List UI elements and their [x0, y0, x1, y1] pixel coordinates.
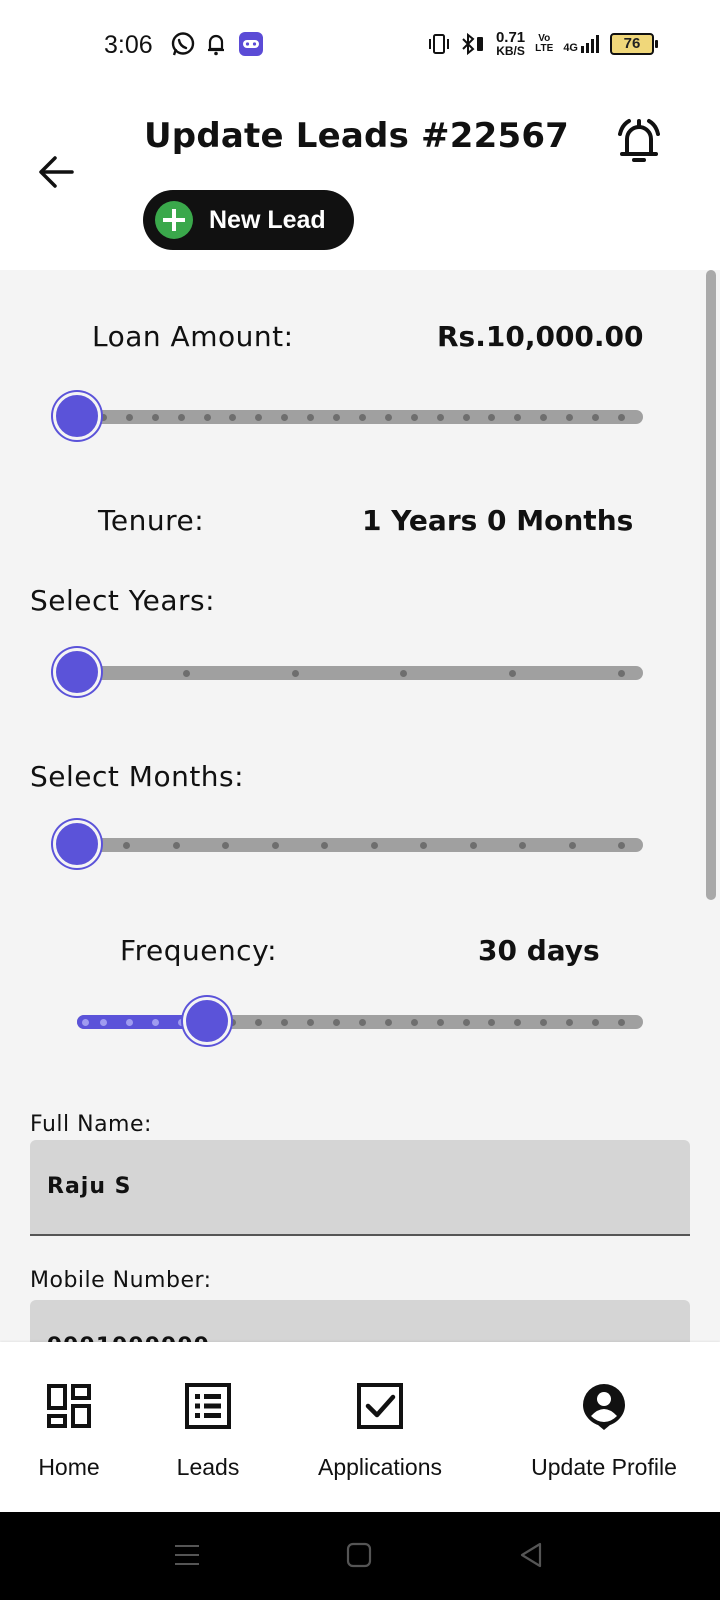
slider-tick — [333, 414, 341, 421]
system-navigation-bar — [0, 1512, 720, 1600]
slider-tick — [618, 842, 625, 849]
slider-thumb[interactable] — [53, 648, 101, 696]
slider-tick — [125, 1019, 133, 1026]
full-name-label: Full Name: — [30, 1112, 152, 1137]
loan-amount-slider[interactable] — [53, 392, 643, 440]
slider-tick — [151, 1019, 159, 1026]
nav-update-profile[interactable]: Update Profile — [522, 1382, 686, 1481]
nav-update-profile-label: Update Profile — [531, 1454, 677, 1480]
slider-thumb[interactable] — [53, 820, 101, 868]
scrollbar[interactable] — [706, 270, 716, 900]
mobile-number-label: Mobile Number: — [30, 1268, 212, 1293]
months-slider[interactable] — [53, 820, 643, 868]
slider-tick — [203, 414, 211, 421]
network-speed-value: 0.71 — [495, 29, 526, 46]
bluetooth-battery-icon — [462, 32, 483, 55]
whatsapp-icon — [171, 32, 195, 56]
slider-tick — [333, 1019, 341, 1026]
slider-tick — [358, 414, 366, 421]
network-type: 4G — [563, 41, 578, 54]
app-header: Update Leads #22567 New Lead — [0, 90, 720, 270]
notification-bell-icon — [208, 34, 224, 56]
network-speed-unit: KB/S — [496, 44, 525, 58]
plus-circle-icon — [155, 201, 193, 239]
recent-apps-icon[interactable] — [174, 1542, 200, 1568]
slider-tick — [618, 670, 625, 677]
battery-indicator: 76 — [610, 32, 658, 55]
loan-amount-value: Rs.10,000.00 — [437, 320, 644, 353]
slider-tick — [469, 842, 477, 849]
volte-bottom: LTE — [535, 42, 554, 54]
list-icon — [185, 1383, 231, 1429]
slider-tick — [410, 414, 418, 421]
status-right-group: 0.71 KB/S Vo LTE 4G 76 — [428, 30, 658, 57]
status-bar: 3:06 0.71 KB/S Vo LTE 4G 76 — [0, 0, 720, 90]
full-name-field[interactable]: Raju S — [30, 1140, 690, 1236]
signal-group: 4G — [563, 34, 600, 54]
home-square-icon[interactable] — [346, 1542, 372, 1568]
slider-tick — [125, 414, 133, 421]
slider-tick — [182, 670, 190, 677]
slider-tick — [82, 1019, 89, 1026]
slider-tick — [568, 842, 576, 849]
signal-strength-icon — [581, 34, 599, 53]
slider-thumb[interactable] — [53, 392, 101, 440]
slider-tick — [436, 414, 444, 421]
dashboard-icon — [47, 1384, 91, 1428]
back-triangle-icon[interactable] — [518, 1542, 544, 1568]
slider-tick — [462, 1019, 470, 1026]
nav-leads-label: Leads — [176, 1454, 240, 1480]
nav-applications[interactable]: Applications — [310, 1382, 450, 1481]
tenure-value: 1 Years 0 Months — [362, 504, 634, 537]
slider-tick — [462, 414, 470, 421]
slider-tick — [99, 1019, 107, 1026]
slider-tick — [384, 1019, 392, 1026]
slider-tick — [291, 670, 299, 677]
account-pin-icon — [583, 1384, 625, 1430]
notification-bell-icon[interactable] — [610, 112, 668, 170]
mobile-number-value: 9991999999 — [47, 1334, 210, 1342]
slider-track[interactable] — [77, 666, 643, 680]
volte-indicator: Vo LTE — [535, 32, 554, 54]
lead-form-scroll[interactable]: Loan Amount: Rs.10,000.00 Tenure: 1 Year… — [0, 270, 720, 1342]
slider-tick — [370, 842, 378, 849]
slider-tick — [618, 414, 625, 421]
frequency-value: 30 days — [478, 934, 600, 967]
checkbox-icon — [357, 1383, 403, 1429]
volte-top: Vo — [538, 32, 551, 44]
vibrate-icon — [428, 33, 449, 54]
slider-tick — [436, 1019, 444, 1026]
nav-leads[interactable]: Leads — [168, 1382, 248, 1481]
full-name-value: Raju S — [47, 1174, 132, 1199]
nav-home-label: Home — [38, 1454, 100, 1480]
slider-tick — [384, 414, 392, 421]
frequency-label: Frequency: — [120, 934, 278, 967]
status-time: 3:06 — [104, 31, 153, 59]
app-notification-icon — [239, 32, 263, 56]
years-slider[interactable] — [53, 648, 643, 696]
slider-tick — [358, 1019, 366, 1026]
slider-tick — [271, 842, 279, 849]
slider-thumb[interactable] — [182, 997, 231, 1045]
nav-home[interactable]: Home — [34, 1382, 104, 1481]
frequency-slider[interactable] — [55, 997, 643, 1045]
slider-tick — [618, 1019, 625, 1026]
slider-tick — [151, 414, 159, 421]
new-lead-label: New Lead — [209, 205, 326, 234]
mobile-number-field[interactable]: 9991999999 — [30, 1300, 690, 1342]
select-years-label: Select Years: — [30, 584, 216, 617]
nav-applications-label: Applications — [317, 1454, 443, 1480]
slider-tick — [172, 842, 180, 849]
slider-tick — [410, 1019, 418, 1026]
network-speed: 0.71 KB/S — [496, 30, 525, 57]
select-months-label: Select Months: — [30, 760, 245, 793]
bottom-navigation: Home Leads Applications Update Profile — [0, 1342, 720, 1512]
tenure-label: Tenure: — [98, 504, 205, 537]
loan-amount-label: Loan Amount: — [92, 320, 294, 353]
back-arrow-icon[interactable] — [34, 150, 78, 194]
slider-track[interactable] — [77, 838, 643, 852]
new-lead-button[interactable]: New Lead — [143, 190, 354, 250]
page-title: Update Leads #22567 — [144, 116, 570, 156]
slider-tick — [177, 414, 185, 421]
